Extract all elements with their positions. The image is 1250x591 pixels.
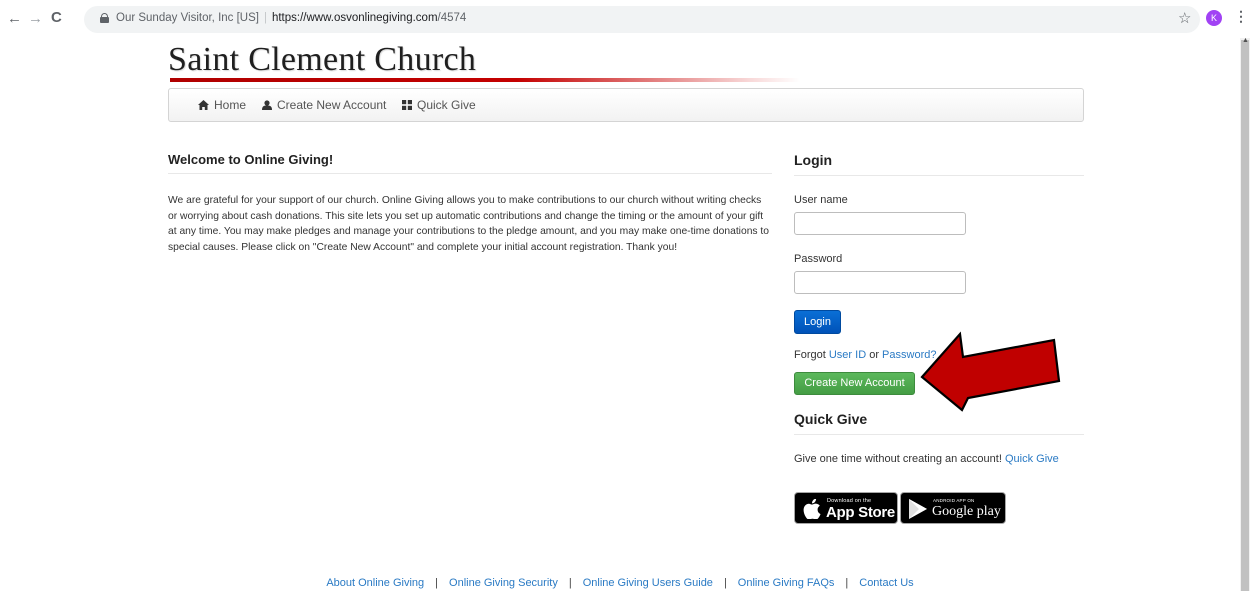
site-title: Saint Clement Church [168,41,477,78]
home-icon [198,100,209,110]
profile-avatar[interactable]: K [1206,10,1222,26]
app-store-badge[interactable]: Download on the App Store [794,492,898,524]
google-play-logo-icon [909,499,927,519]
footer-separator: | [723,577,727,589]
forward-arrow-icon[interactable]: → [28,10,43,27]
footer-separator: | [568,577,572,589]
address-bar[interactable]: Our Sunday Visitor, Inc [US] | https://www… [84,6,1200,33]
quick-give-text: Give one time without creating an accoun… [794,453,1059,465]
site-identity: Our Sunday Visitor, Inc [US] [116,12,259,24]
page-scrollbar[interactable]: ▲ [1240,37,1250,591]
username-label: User name [794,194,848,206]
footer-separator: | [845,577,849,589]
nav-home-link[interactable]: Home [198,98,246,112]
forgot-userid-link[interactable]: User ID [829,349,866,361]
google-play-big-text: Google play [932,504,1001,519]
footer-contact-link[interactable]: Contact Us [859,577,913,589]
user-icon [262,100,272,110]
title-underline [170,78,800,82]
red-arrow-annotation [920,331,1061,412]
login-heading: Login [794,152,833,168]
password-label: Password [794,253,843,265]
browser-menu-icon[interactable]: ⋮ [1234,8,1248,25]
url-path: /4574 [437,12,467,24]
quick-give-heading: Quick Give [794,411,868,427]
back-arrow-icon[interactable]: ← [7,10,22,27]
scroll-up-arrow-icon[interactable]: ▲ [1242,37,1249,44]
footer-about-link[interactable]: About Online Giving [326,577,424,589]
footer-users-guide-link[interactable]: Online Giving Users Guide [583,577,713,589]
scrollbar-thumb[interactable] [1241,40,1249,591]
nav-create-account-link[interactable]: Create New Account [262,98,386,112]
bookmark-star-icon[interactable]: ☆ [1178,9,1191,27]
address-bar-text: Our Sunday Visitor, Inc [US] | https://www… [116,12,467,24]
welcome-divider [168,173,772,174]
reload-icon[interactable]: C [51,9,62,26]
main-navbar: Home Create New Account Quick Give [168,88,1084,122]
lock-icon [100,13,109,23]
forgot-prefix: Forgot [794,349,826,361]
grid-icon [402,100,412,110]
login-button[interactable]: Login [794,310,841,334]
url-host: https://www.osvonlinegiving.com [271,12,438,24]
nav-create-account-label: Create New Account [277,98,387,112]
welcome-heading: Welcome to Online Giving! [168,152,334,167]
nav-quick-give-link[interactable]: Quick Give [402,98,476,112]
google-play-badge[interactable]: ANDROID APP ON Google play [900,492,1006,524]
footer-security-link[interactable]: Online Giving Security [449,577,558,589]
password-input[interactable] [794,271,966,294]
browser-toolbar: ← → C Our Sunday Visitor, Inc [US] | https… [0,0,1250,38]
quick-give-description: Give one time without creating an accoun… [794,453,1002,465]
google-play-small-text: ANDROID APP ON [933,498,975,503]
nav-home-label: Home [214,98,247,112]
nav-quick-give-label: Quick Give [417,98,476,112]
footer-links: About Online Giving | Online Giving Securi… [0,577,1250,589]
footer-separator: | [435,577,439,589]
forgot-or: or [869,349,879,361]
footer-faqs-link[interactable]: Online Giving FAQs [738,577,835,589]
create-account-button[interactable]: Create New Account [794,372,915,395]
apple-logo-icon [803,499,821,519]
quick-give-divider [794,434,1084,435]
quick-give-link[interactable]: Quick Give [1005,453,1059,465]
login-divider [794,175,1084,176]
username-input[interactable] [794,212,966,235]
welcome-text: We are grateful for your support of our … [168,195,770,253]
app-store-big-text: App Store [826,504,895,521]
forgot-credentials: Forgot User ID or Password? [794,349,936,361]
